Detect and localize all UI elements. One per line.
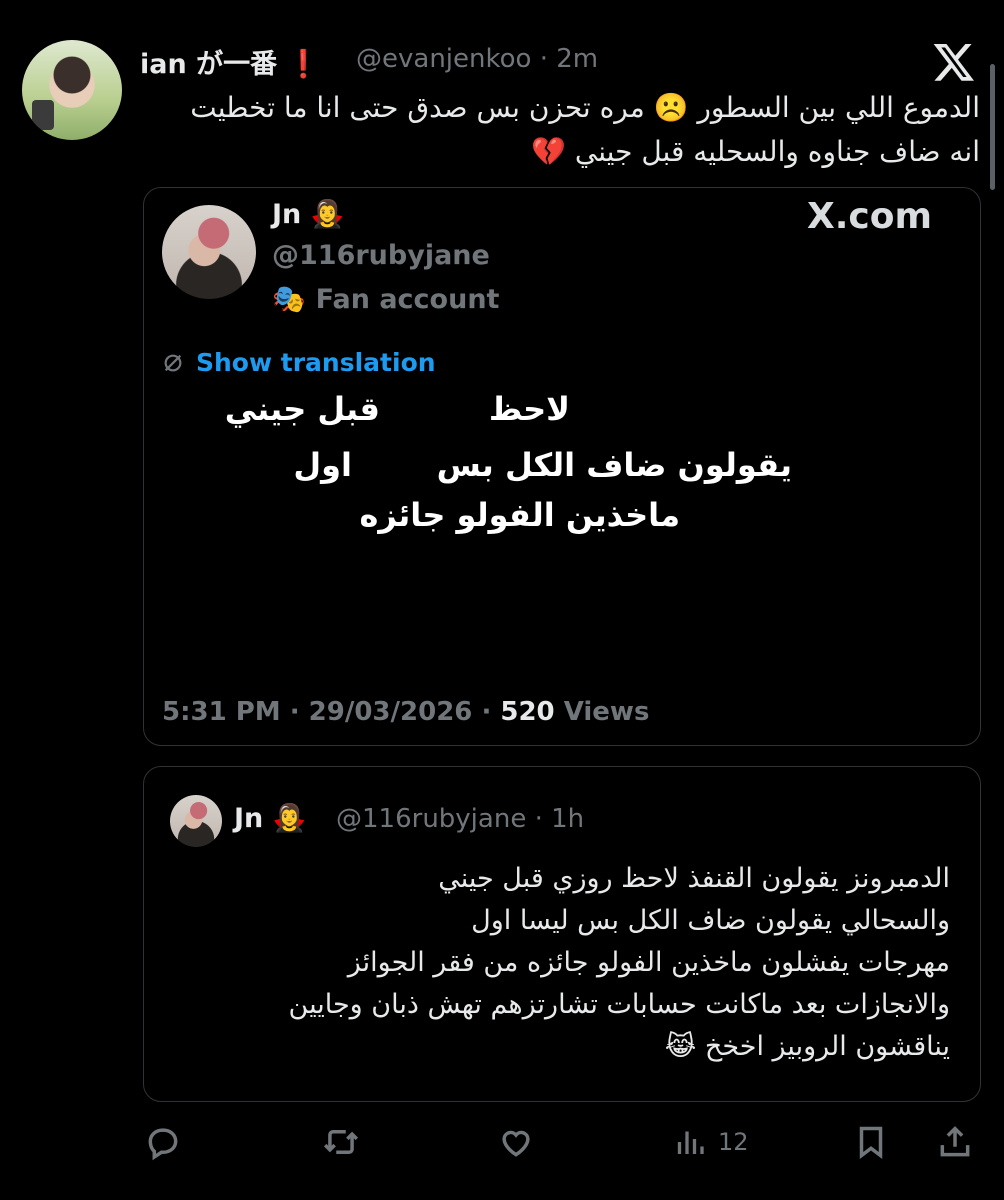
fan-account-badge: 🎭 Fan account [272, 283, 500, 316]
tweet-time[interactable]: 2m [556, 44, 598, 74]
bookmark-button[interactable] [852, 1120, 890, 1164]
translate-row[interactable]: Show translation [162, 348, 436, 377]
quoted-author-handle[interactable]: @116rubyjane [336, 804, 526, 834]
quote-views-count: 520 [500, 697, 555, 727]
quoted-text-line: والانجازات بعد ماكانت حسابات تشارتزهم ته… [288, 989, 950, 1020]
quoted-text-line: مهرجات يفشلون ماخذين الفولو جائزه من فقر… [347, 947, 950, 978]
tweet-text: الدموع اللي بين السطور ☹️ مره تحزن بس صد… [140, 86, 980, 174]
quoted-author-name[interactable]: Jn 🧛‍♀️ [234, 802, 306, 834]
quote-line: لاحظ [488, 390, 570, 428]
fan-account-label: Fan account [315, 283, 500, 315]
quote-meta: 5:31 PM · 29/03/2026 · 520 Views [162, 697, 649, 727]
quote-line: ماخذين الفولو جائزه [359, 496, 680, 534]
quoted-author-handle: @116rubyjane [272, 240, 490, 271]
quoted-tweet-text: الدمبرونز يقولون القنفذ لاحظ روزي قبل جي… [170, 858, 950, 1068]
quote-timestamp: 5:31 PM [162, 697, 281, 727]
views-button[interactable]: 12 [672, 1120, 749, 1164]
quote-line: قبل جيني [224, 390, 380, 428]
reply-icon [148, 1128, 178, 1161]
quote-date: 29/03/2026 [308, 697, 473, 727]
scrollbar-thumb[interactable] [990, 64, 995, 190]
translate-icon [164, 354, 182, 371]
quoted-text-line: الدمبرونز يقولون القنفذ لاحظ روزي قبل جي… [438, 863, 950, 894]
tweet-text-line: الدموع اللي بين السطور ☹️ مره تحزن بس صد… [190, 91, 980, 124]
avatar[interactable] [22, 40, 122, 140]
tweet-text-line: انه ضاف جناوه والسحليه قبل جيني 💔 [531, 135, 980, 168]
quoted-text-line: والسحالي يقولون ضاف الكل بس ليسا اول [471, 905, 950, 936]
reply-button[interactable] [144, 1120, 182, 1164]
like-icon [502, 1130, 530, 1157]
retweet-icon [323, 1129, 359, 1155]
separator-dot: · [481, 697, 501, 727]
share-button[interactable] [936, 1120, 974, 1164]
x-logo-icon [933, 44, 974, 81]
views-count: 12 [718, 1128, 749, 1156]
avatar [162, 205, 256, 299]
separator-dot: · [534, 804, 552, 834]
separator-dot: · [289, 697, 309, 727]
quoted-text-line: يناقشون الروبيز اخخخ 😹 [664, 1031, 950, 1062]
author-name[interactable]: ian が一番 ❗ [140, 42, 320, 81]
show-translation-link[interactable]: Show translation [196, 348, 436, 377]
retweet-button[interactable] [320, 1120, 362, 1164]
author-handle-and-time: @evanjenkoo · 2m [356, 44, 598, 74]
quote-line: اول [293, 446, 352, 484]
separator-dot: · [539, 44, 557, 74]
theater-mask-icon: 🎭 [272, 284, 306, 315]
quote-line: يقولون ضاف الكل بس [436, 446, 792, 484]
quoted-tweet-time[interactable]: 1h [551, 804, 584, 834]
quoted-author-name: Jn 🧛‍♀️ [272, 199, 345, 230]
avatar[interactable] [170, 795, 222, 847]
like-button[interactable] [496, 1120, 536, 1164]
quote-views-label: Views [563, 697, 650, 727]
author-handle[interactable]: @evanjenkoo [356, 44, 531, 74]
bookmark-icon [859, 1126, 883, 1159]
views-icon [677, 1131, 704, 1154]
share-icon [940, 1126, 970, 1157]
x-com-watermark: X.com [807, 196, 933, 237]
quoted-author-handle-and-time: @116rubyjane · 1h [336, 804, 584, 834]
